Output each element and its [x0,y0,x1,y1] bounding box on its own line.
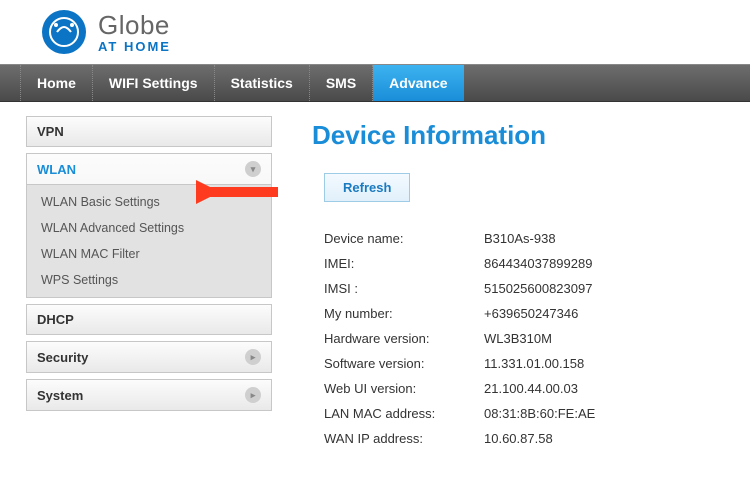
brand-name: Globe [98,10,171,41]
info-row: LAN MAC address:08:31:8B:60:FE:AE [324,401,730,426]
brand-sub: AT HOME [98,39,171,54]
info-label: LAN MAC address: [324,406,484,421]
info-row: Software version:11.331.01.00.158 [324,351,730,376]
info-label: Hardware version: [324,331,484,346]
content: Device Information Refresh Device name:B… [312,116,730,451]
sidebar-panel-head-wlan[interactable]: WLAN ▾ [27,154,271,184]
info-label: Web UI version: [324,381,484,396]
sidebar-panel-label: DHCP [37,312,74,327]
sidebar-panel-head-security[interactable]: Security ▸ [27,342,271,372]
nav-item-statistics[interactable]: Statistics [215,65,310,101]
sidebar-panel-dhcp: DHCP [26,304,272,335]
refresh-button[interactable]: Refresh [324,173,410,202]
nav-item-wifi-settings[interactable]: WIFI Settings [93,65,215,101]
brand-text: Globe AT HOME [98,10,171,54]
sidebar-panel-wlan: WLAN ▾ WLAN Basic SettingsWLAN Advanced Se… [26,153,272,298]
info-value: 11.331.01.00.158 [484,356,584,371]
info-label: Software version: [324,356,484,371]
info-value: 08:31:8B:60:FE:AE [484,406,595,421]
info-label: Device name: [324,231,484,246]
info-value: 515025600823097 [484,281,592,296]
sidebar-item-wlan-basic-settings[interactable]: WLAN Basic Settings [27,189,271,215]
info-value: B310As-938 [484,231,556,246]
chevron-right-icon: ▸ [245,387,261,403]
sidebar-item-wps-settings[interactable]: WPS Settings [27,267,271,293]
info-value: 21.100.44.00.03 [484,381,578,396]
sidebar-panel-label: WLAN [37,162,76,177]
sidebar-item-wlan-advanced-settings[interactable]: WLAN Advanced Settings [27,215,271,241]
info-row: IMEI:864434037899289 [324,251,730,276]
info-label: My number: [324,306,484,321]
info-row: Device name:B310As-938 [324,226,730,251]
sidebar-item-wlan-mac-filter[interactable]: WLAN MAC Filter [27,241,271,267]
sidebar-panel-body: WLAN Basic SettingsWLAN Advanced Setting… [27,184,271,297]
sidebar-panel-head-system[interactable]: System ▸ [27,380,271,410]
chevron-down-icon: ▾ [245,161,261,177]
sidebar-panel-head-vpn[interactable]: VPN [27,117,271,146]
info-value: WL3B310M [484,331,552,346]
sidebar-panel-label: VPN [37,124,64,139]
nav-item-home[interactable]: Home [20,65,93,101]
sidebar-panel-label: Security [37,350,88,365]
info-row: Hardware version:WL3B310M [324,326,730,351]
info-row: My number:+639650247346 [324,301,730,326]
info-value: +639650247346 [484,306,578,321]
sidebar-panel-label: System [37,388,83,403]
globe-logo-icon [40,8,88,56]
navbar: HomeWIFI SettingsStatisticsSMSAdvance [0,64,750,102]
info-value: 10.60.87.58 [484,431,553,446]
sidebar-panel-security: Security ▸ [26,341,272,373]
info-row: IMSI :515025600823097 [324,276,730,301]
info-label: WAN IP address: [324,431,484,446]
sidebar-panel-head-dhcp[interactable]: DHCP [27,305,271,334]
info-value: 864434037899289 [484,256,592,271]
device-info-table: Device name:B310As-938IMEI:8644340378992… [324,226,730,451]
chevron-right-icon: ▸ [245,349,261,365]
sidebar-panel-vpn: VPN [26,116,272,147]
nav-item-advance[interactable]: Advance [373,65,463,101]
sidebar: VPN WLAN ▾ WLAN Basic SettingsWLAN Advanced… [26,116,272,451]
page-title: Device Information [312,120,730,151]
header: Globe AT HOME [0,0,750,64]
info-label: IMSI : [324,281,484,296]
info-row: Web UI version:21.100.44.00.03 [324,376,730,401]
info-row: WAN IP address:10.60.87.58 [324,426,730,451]
sidebar-panel-system: System ▸ [26,379,272,411]
info-label: IMEI: [324,256,484,271]
nav-item-sms[interactable]: SMS [310,65,373,101]
